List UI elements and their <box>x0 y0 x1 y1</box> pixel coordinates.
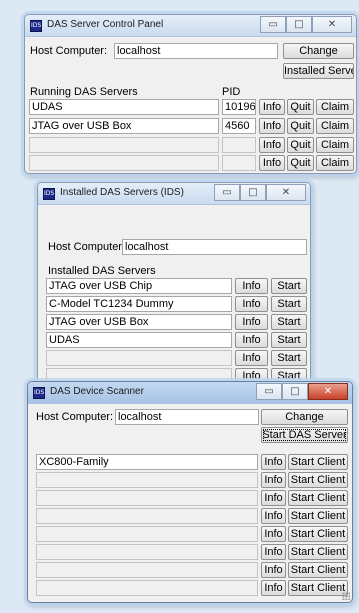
device-name-field <box>36 562 258 578</box>
quit-button[interactable]: Quit <box>287 118 314 134</box>
close-icon[interactable]: ✕ <box>308 383 348 400</box>
app-icon: IDS <box>30 20 42 32</box>
host-computer-field[interactable]: localhost <box>122 239 307 255</box>
maximize-icon[interactable]: □ <box>286 16 312 33</box>
installed-servers-header: Installed DAS Servers <box>48 265 156 277</box>
server-name-field: C-Model TC1234 Dummy <box>46 296 232 312</box>
resize-gripper[interactable] <box>342 592 350 600</box>
control-panel-titlebar[interactable]: IDS DAS Server Control Panel ▭ □ ✕ <box>25 15 356 37</box>
quit-button[interactable]: Quit <box>287 155 314 171</box>
start-client-button[interactable]: Start Client <box>288 490 348 506</box>
host-computer-label: Host Computer: <box>48 241 126 253</box>
window-title: Installed DAS Servers (IDS) <box>60 187 184 198</box>
start-client-button[interactable]: Start Client <box>288 562 348 578</box>
info-button[interactable]: Info <box>261 580 286 596</box>
pid-field <box>222 155 256 171</box>
maximize-icon[interactable]: □ <box>240 184 266 201</box>
server-name-field: JTAG over USB Box <box>46 314 232 330</box>
running-servers-header: Running DAS Servers <box>30 86 138 98</box>
info-button[interactable]: Info <box>261 472 286 488</box>
server-name-field: UDAS <box>46 332 232 348</box>
info-button[interactable]: Info <box>259 155 285 171</box>
start-client-button[interactable]: Start Client <box>288 508 348 524</box>
server-name-field <box>29 137 219 153</box>
start-client-button[interactable]: Start Client <box>288 544 348 560</box>
info-button[interactable]: Info <box>235 296 268 312</box>
info-button[interactable]: Info <box>259 99 285 115</box>
device-name-field <box>36 508 258 524</box>
close-icon[interactable]: ✕ <box>266 184 306 201</box>
info-button[interactable]: Info <box>259 118 285 134</box>
info-button[interactable]: Info <box>235 332 268 348</box>
info-button[interactable]: Info <box>259 137 285 153</box>
app-icon: IDS <box>43 188 55 200</box>
start-client-button[interactable]: Start Client <box>288 472 348 488</box>
host-computer-field[interactable]: localhost <box>114 43 278 59</box>
device-name-field <box>36 544 258 560</box>
claim-button[interactable]: Claim <box>316 118 354 134</box>
device-name-field <box>36 472 258 488</box>
server-name-field: JTAG over USB Chip <box>46 278 232 294</box>
start-client-button[interactable]: Start Client <box>288 580 348 596</box>
claim-button[interactable]: Claim <box>316 99 354 115</box>
das-server-control-panel-window: IDS DAS Server Control Panel ▭ □ ✕ Host … <box>24 14 357 174</box>
server-name-field: JTAG over USB Box <box>29 118 219 134</box>
claim-button[interactable]: Claim <box>316 137 354 153</box>
server-name-field: UDAS <box>29 99 219 115</box>
window-controls: ▭ □ ✕ <box>214 184 306 201</box>
minimize-icon[interactable]: ▭ <box>260 16 286 33</box>
claim-button[interactable]: Claim <box>316 155 354 171</box>
start-das-server-button[interactable]: Start DAS Server <box>261 427 348 443</box>
window-controls: ▭ □ ✕ <box>260 16 352 33</box>
start-button[interactable]: Start <box>271 278 307 294</box>
installed-servers-button[interactable]: Installed Servers <box>283 63 354 79</box>
start-button[interactable]: Start <box>271 296 307 312</box>
change-button[interactable]: Change <box>283 43 354 59</box>
info-button[interactable]: Info <box>261 508 286 524</box>
start-client-button[interactable]: Start Client <box>288 526 348 542</box>
device-name-field <box>36 526 258 542</box>
window-title: DAS Server Control Panel <box>47 19 164 30</box>
device-scanner-titlebar[interactable]: IDS DAS Device Scanner ▭ □ ✕ <box>28 382 352 404</box>
info-button[interactable]: Info <box>235 314 268 330</box>
window-title: DAS Device Scanner <box>50 386 144 397</box>
installed-servers-titlebar[interactable]: IDS Installed DAS Servers (IDS) ▭ □ ✕ <box>38 183 310 205</box>
info-button[interactable]: Info <box>235 350 268 366</box>
info-button[interactable]: Info <box>235 278 268 294</box>
minimize-icon[interactable]: ▭ <box>256 383 282 400</box>
pid-field <box>222 137 256 153</box>
device-name-field <box>36 580 258 596</box>
das-device-scanner-window: IDS DAS Device Scanner ▭ □ ✕ Host Comput… <box>27 381 353 603</box>
start-button[interactable]: Start <box>271 332 307 348</box>
info-button[interactable]: Info <box>261 526 286 542</box>
pid-field: 4560 <box>222 118 256 134</box>
info-button[interactable]: Info <box>261 490 286 506</box>
device-name-field <box>36 490 258 506</box>
pid-field: 10196 <box>222 99 256 115</box>
close-icon[interactable]: ✕ <box>312 16 352 33</box>
host-computer-label: Host Computer: <box>36 411 114 423</box>
start-client-button[interactable]: Start Client <box>288 454 348 470</box>
start-button[interactable]: Start <box>271 314 307 330</box>
device-name-field: XC800-Family <box>36 454 258 470</box>
host-computer-label: Host Computer: <box>30 45 108 57</box>
minimize-icon[interactable]: ▭ <box>214 184 240 201</box>
app-icon: IDS <box>33 387 45 399</box>
host-computer-field[interactable]: localhost <box>115 409 259 425</box>
maximize-icon[interactable]: □ <box>282 383 308 400</box>
info-button[interactable]: Info <box>261 544 286 560</box>
info-button[interactable]: Info <box>261 454 286 470</box>
pid-header: PID <box>222 86 241 98</box>
info-button[interactable]: Info <box>261 562 286 578</box>
installed-das-servers-window: IDS Installed DAS Servers (IDS) ▭ □ ✕ Ho… <box>37 182 311 420</box>
change-button[interactable]: Change <box>261 409 348 425</box>
quit-button[interactable]: Quit <box>287 137 314 153</box>
quit-button[interactable]: Quit <box>287 99 314 115</box>
start-button[interactable]: Start <box>271 350 307 366</box>
server-name-field <box>46 350 232 366</box>
server-name-field <box>29 155 219 171</box>
window-controls: ▭ □ ✕ <box>256 383 348 400</box>
